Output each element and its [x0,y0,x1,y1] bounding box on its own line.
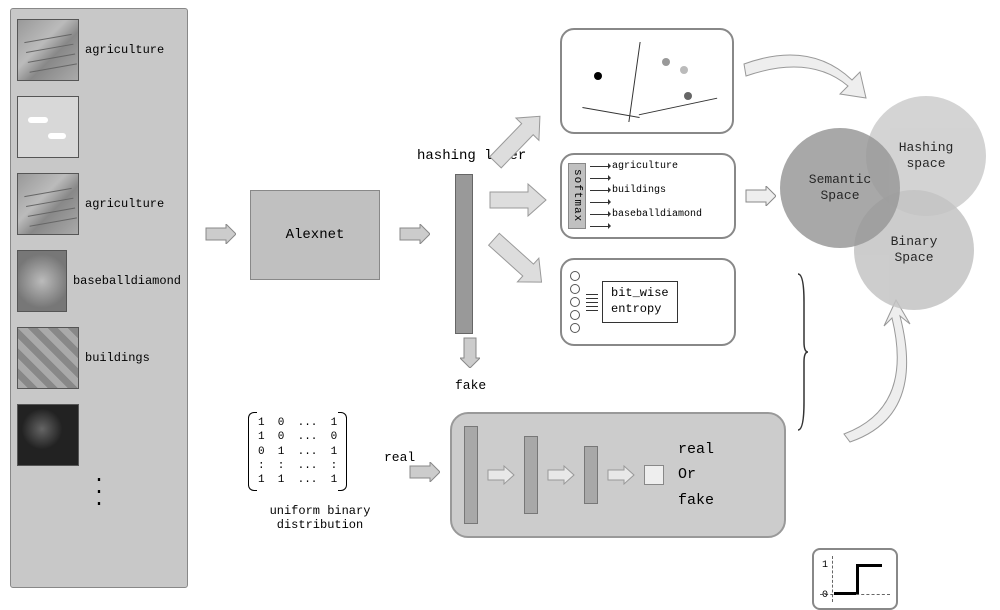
arrow-down-icon [460,336,480,368]
step-zero: 0 [822,590,828,601]
triplet-scatter-box [560,28,734,134]
softmax-box: softmax agriculture buildings baseballdi… [560,153,736,239]
scatter-point-icon [594,72,602,80]
arrow-right-icon [204,224,236,244]
arrow-diag-up-icon [478,101,555,179]
input-image-panel: agriculture agriculture baseballdiamond … [10,8,188,588]
alexnet-label: Alexnet [286,227,345,243]
scatter-point-icon [684,92,692,100]
bitwise-label-1: bit_wise [611,286,669,300]
arrow-curve-up-icon [830,296,950,446]
thumbnail-baseballdiamond [17,250,67,312]
input-label: agriculture [85,197,164,211]
fc-layer-icon [584,446,598,504]
matrix-row: 1 0 ... 0 [258,430,337,444]
discriminator-box: real Or fake [450,412,786,538]
input-row-3: baseballdiamond [17,250,181,312]
bitwise-entropy-box: bit_wise entropy [560,258,736,346]
discriminator-output-text: real Or fake [678,437,714,514]
input-row-2: agriculture [17,173,181,235]
thumbnail-agriculture [17,19,79,81]
fake-label: fake [455,378,486,393]
hashing-layer-bar [455,174,473,334]
arrow-right-icon [398,224,430,244]
output-node-icon [644,465,664,485]
bitwise-label-box: bit_wise entropy [602,281,678,322]
matrix-row: 1 1 ... 1 [258,473,337,487]
softmax-class: baseballdiamond [612,209,702,220]
arrow-right-icon [408,462,440,482]
step-one: 1 [822,560,828,571]
scatter-point-icon [662,58,670,66]
input-row-1 [17,96,181,158]
matrix-row: 0 1 ... 1 [258,445,337,459]
input-row-0: agriculture [17,19,181,81]
input-label: agriculture [85,43,164,57]
matrix-row: 1 0 ... 1 [258,416,337,430]
input-label: buildings [85,351,150,365]
ellipsis-vertical-icon: ··· [17,475,181,511]
softmax-class: buildings [612,185,666,196]
arrow-right-icon [486,465,516,485]
fc-layer-icon [464,426,478,524]
input-row-4: buildings [17,327,181,389]
thumbnail-unknown [17,404,79,466]
arrow-right-icon [606,465,636,485]
softmax-outputs: agriculture buildings baseballdiamond [590,162,702,231]
venn-diagram: Hashing space Binary Space Semantic Spac… [780,76,990,286]
bit-nodes-icon [570,271,580,333]
uniform-binary-label: uniform binary distribution [260,504,380,532]
softmax-class: agriculture [612,161,678,172]
scatter-point-icon [680,66,688,74]
arrow-right-icon [486,180,548,220]
matrix-row: : : ... : [258,459,337,473]
input-row-5 [17,404,181,466]
arrow-right-icon [546,465,576,485]
alexnet-block: Alexnet [250,190,380,280]
fc-layer-icon [524,436,538,514]
step-function-box: 0 1 [812,548,898,610]
venn-semantic-space: Semantic Space [780,128,900,248]
input-label: baseballdiamond [73,274,181,288]
bit-lines-icon [586,294,598,311]
brace-icon [796,272,808,432]
bitwise-label-2: entropy [611,302,661,316]
thumbnail-buildings [17,327,79,389]
arrow-diag-down-icon [478,222,557,299]
binary-matrix: 1 0 ... 1 1 0 ... 0 0 1 ... 1 : : ... : … [248,412,347,491]
arrow-right-icon [744,186,776,206]
thumbnail-airplane [17,96,79,158]
softmax-bar: softmax [568,163,586,229]
thumbnail-agriculture [17,173,79,235]
